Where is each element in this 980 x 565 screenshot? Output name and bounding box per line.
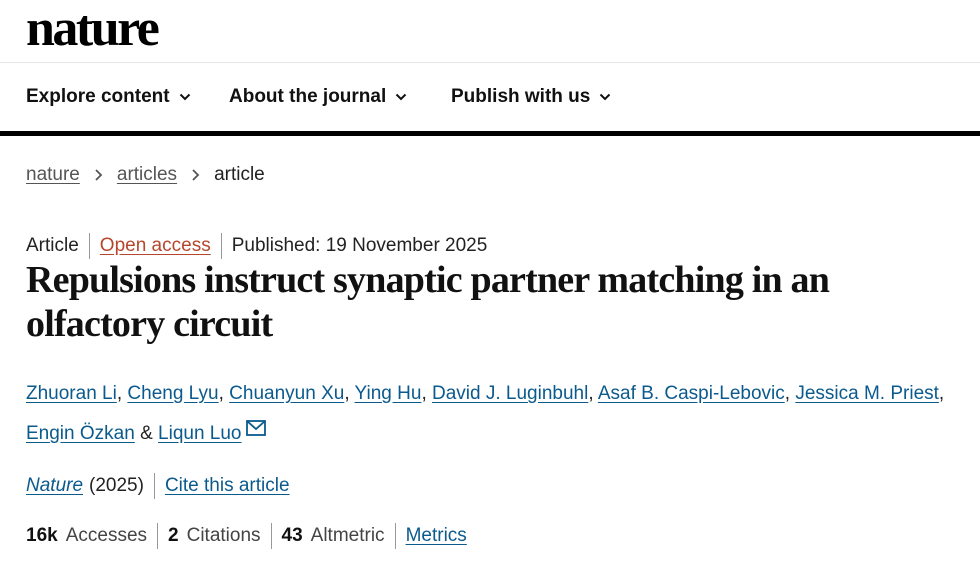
citations-value: 2 xyxy=(168,525,179,546)
divider xyxy=(270,523,272,549)
citations-label: Citations xyxy=(186,525,261,546)
breadcrumb-articles[interactable]: articles xyxy=(117,164,177,186)
nav-explore-content[interactable]: Explore content xyxy=(26,63,191,131)
author-link[interactable]: Ying Hu xyxy=(355,383,422,404)
main-nav: Explore content About the journal Publis… xyxy=(0,63,980,136)
divider xyxy=(88,233,90,259)
journal-link[interactable]: Nature xyxy=(26,475,83,497)
article-meta: Article Open access Published: 19 Novemb… xyxy=(26,233,487,259)
nav-publish-with-us[interactable]: Publish with us xyxy=(451,63,611,131)
site-header: nature Explore content About the journal… xyxy=(0,0,980,136)
nature-logo[interactable]: nature xyxy=(26,0,160,60)
published-date: Published: 19 November 2025 xyxy=(231,235,488,256)
author-link[interactable]: Chuanyun Xu xyxy=(229,383,344,404)
article-title: Repulsions instruct synaptic partner mat… xyxy=(26,259,830,345)
chevron-down-icon xyxy=(179,93,190,101)
breadcrumb-current: article xyxy=(214,164,265,185)
author-link[interactable]: Cheng Lyu xyxy=(127,383,218,404)
chevron-down-icon xyxy=(396,93,407,101)
breadcrumb: nature articles article xyxy=(26,164,265,186)
breadcrumb-nature[interactable]: nature xyxy=(26,164,80,186)
author-list: Zhuoran Li, Cheng Lyu, Chuanyun Xu, Ying… xyxy=(26,383,945,444)
author-link[interactable]: Asaf B. Caspi-Lebovic xyxy=(598,383,785,404)
logo-bar: nature xyxy=(0,0,980,63)
nav-item-label: Explore content xyxy=(26,86,170,107)
cite-article-link[interactable]: Cite this article xyxy=(165,475,290,497)
author-link[interactable]: David J. Luginbuhl xyxy=(432,383,588,404)
divider xyxy=(157,523,159,549)
divider xyxy=(220,233,222,259)
publication-year: (2025) xyxy=(89,475,144,496)
article-type: Article xyxy=(26,235,79,256)
nav-about-journal[interactable]: About the journal xyxy=(229,63,407,131)
chevron-right-icon xyxy=(192,169,200,181)
accesses-value: 16k xyxy=(26,525,58,546)
chevron-down-icon xyxy=(600,93,611,101)
author-link[interactable]: Liqun Luo xyxy=(158,423,241,444)
metrics-link[interactable]: Metrics xyxy=(406,525,467,547)
author-link[interactable]: Zhuoran Li xyxy=(26,383,117,404)
citation-row: Nature (2025) Cite this article xyxy=(26,472,290,500)
metrics-row: 16k Accesses 2 Citations 43 Altmetric Me… xyxy=(26,522,467,550)
altmetric-value: 43 xyxy=(281,525,303,546)
divider xyxy=(394,523,396,549)
author-link[interactable]: Jessica M. Priest xyxy=(795,383,939,404)
mail-icon[interactable] xyxy=(245,420,266,436)
divider xyxy=(153,473,155,499)
accesses-label: Accesses xyxy=(65,525,148,546)
chevron-right-icon xyxy=(95,169,103,181)
open-access-link[interactable]: Open access xyxy=(100,235,211,257)
author-link[interactable]: Engin Özkan xyxy=(26,423,135,444)
nav-item-label: About the journal xyxy=(229,86,387,107)
nav-item-label: Publish with us xyxy=(451,86,591,107)
altmetric-label: Altmetric xyxy=(310,525,385,546)
